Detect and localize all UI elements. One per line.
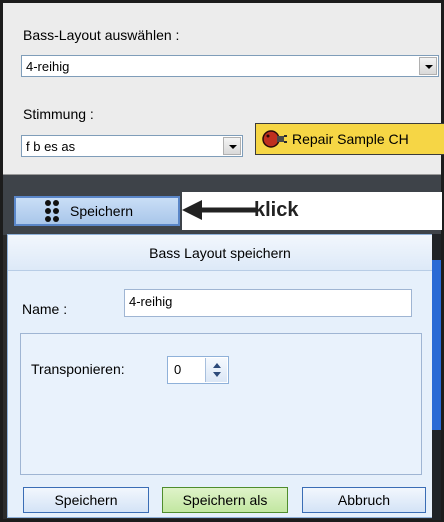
transpose-group: Transponieren: 0 xyxy=(20,333,422,475)
bass-buttons-icon xyxy=(45,200,59,222)
transpose-stepper[interactable]: 0 xyxy=(167,356,229,384)
arrow-down-icon[interactable] xyxy=(213,372,221,377)
bass-layout-select[interactable]: 4-reihig xyxy=(21,55,439,77)
tuning-value: f b es as xyxy=(26,139,76,154)
plug-bug-icon xyxy=(262,130,287,148)
repair-sample-button[interactable]: Repair Sample CH xyxy=(255,123,444,155)
transpose-label: Transponieren: xyxy=(31,361,125,377)
chevron-down-icon[interactable] xyxy=(223,137,241,155)
save-layout-button[interactable]: Speichern xyxy=(14,196,180,226)
settings-panel: Bass-Layout auswählen : 4-reihig Stimmun… xyxy=(3,3,444,175)
save-button[interactable]: Speichern xyxy=(23,487,149,513)
save-layout-dialog: Bass Layout speichern Name : 4-reihig Tr… xyxy=(7,234,433,518)
annotation-text: klick xyxy=(254,199,299,221)
save-as-button[interactable]: Speichern als xyxy=(162,487,288,513)
cancel-button[interactable]: Abbruch xyxy=(302,487,426,513)
name-input[interactable]: 4-reihig xyxy=(124,289,412,317)
dialog-title: Bass Layout speichern xyxy=(8,235,432,271)
up-down-arrows-icon[interactable] xyxy=(205,358,227,382)
background-window-edge-blue xyxy=(432,260,441,430)
repair-button-label: Repair Sample CH xyxy=(292,131,409,147)
arrow-left-icon xyxy=(182,200,256,220)
arrow-up-icon[interactable] xyxy=(213,363,221,368)
bass-layout-value: 4-reihig xyxy=(26,59,70,74)
transpose-value: 0 xyxy=(174,362,182,377)
tuning-select[interactable]: f b es as xyxy=(21,135,243,157)
chevron-down-icon[interactable] xyxy=(419,57,437,75)
save-layout-button-label: Speichern xyxy=(70,203,134,219)
bass-layout-label: Bass-Layout auswählen : xyxy=(23,27,180,43)
tuning-label: Stimmung : xyxy=(23,106,94,122)
name-label: Name : xyxy=(22,301,68,317)
